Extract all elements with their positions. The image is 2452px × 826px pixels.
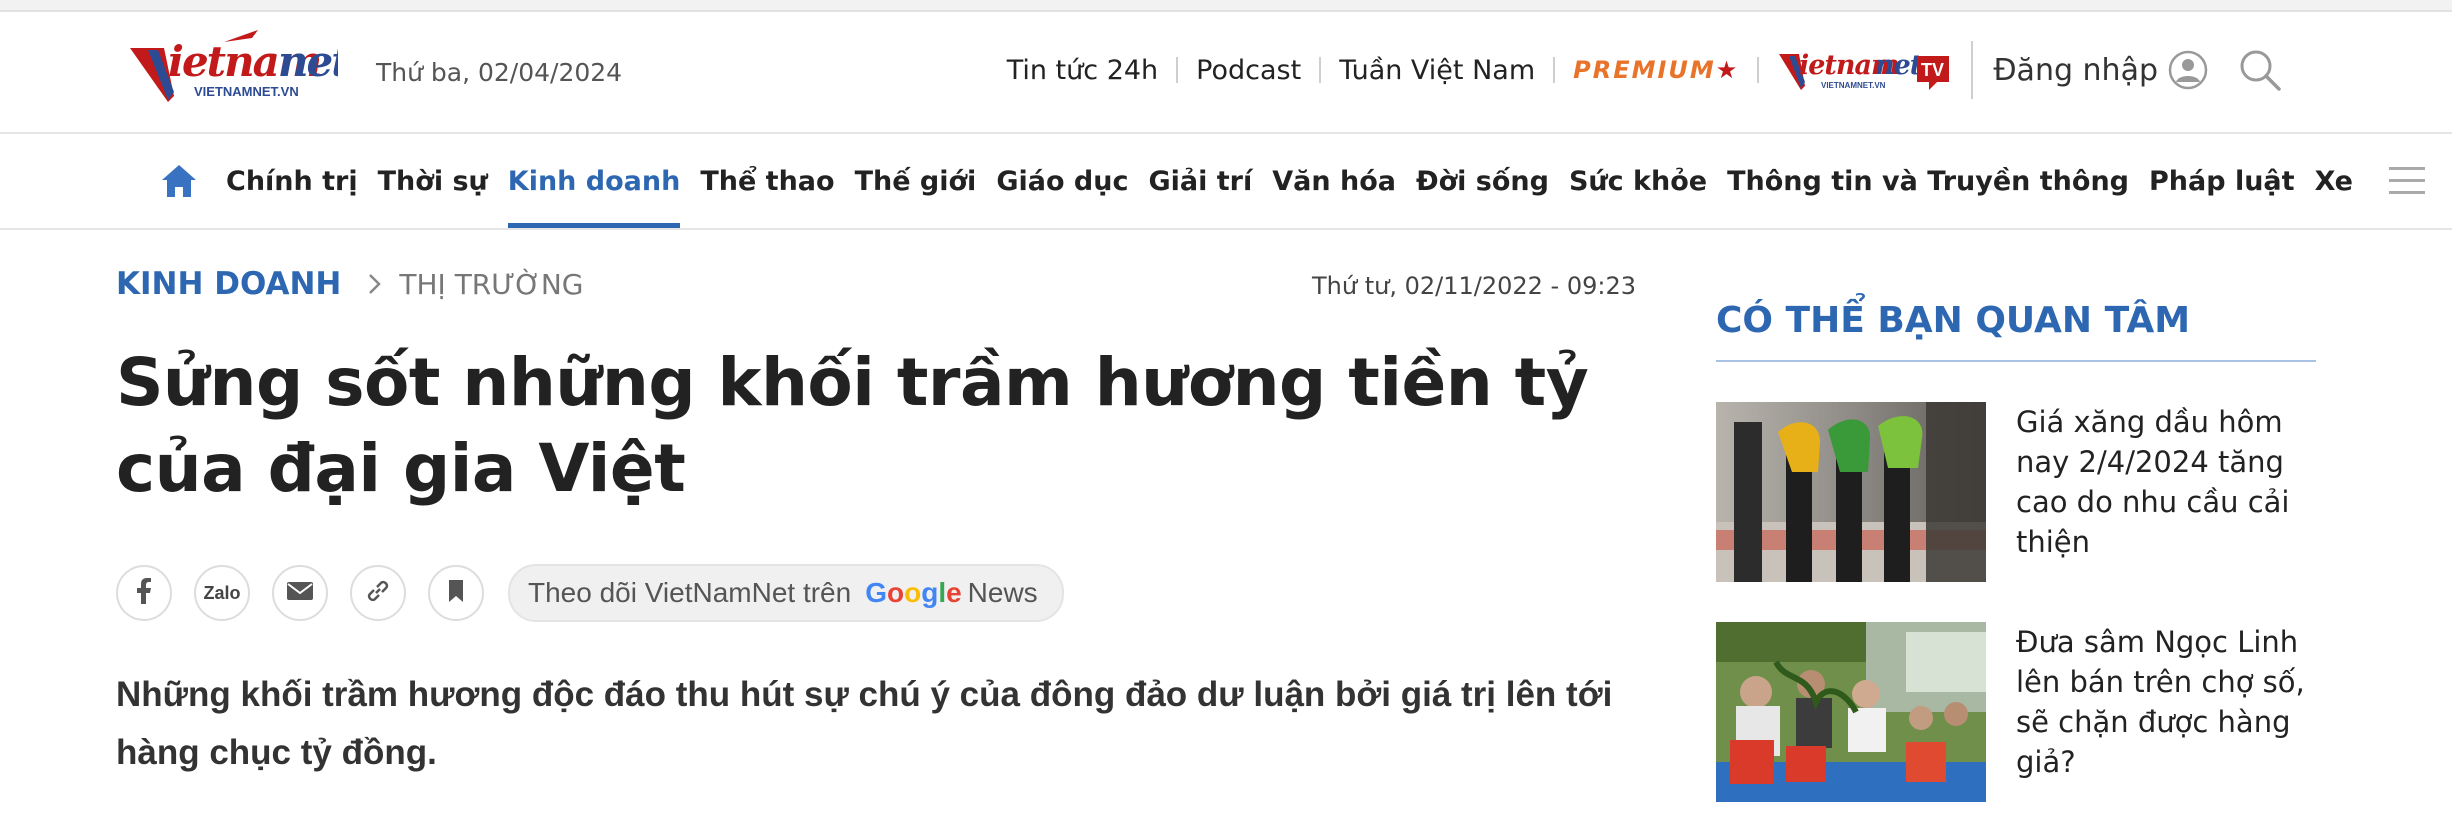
article-title: Sửng sốt những khối trầm hương tiền tỷ c… — [116, 344, 1589, 507]
sidebar-article-2[interactable]: Đưa sâm Ngọc Linh lên bán trên chợ số, s… — [1716, 622, 2316, 802]
zalo-label: Zalo — [203, 582, 241, 603]
site-header: ietnam net VIETNAMNET.VN Thứ ba, 02/04/2… — [0, 12, 2452, 134]
bookmark-icon — [446, 578, 466, 608]
search-icon[interactable] — [2238, 48, 2282, 92]
nav-item-the-gioi[interactable]: Thế giới — [845, 134, 987, 228]
sidebar-article-2-title[interactable]: Đưa sâm Ngọc Linh lên bán trên chợ số, s… — [2016, 622, 2316, 802]
login-link[interactable]: Đăng nhập — [1973, 53, 2168, 88]
svg-text:net: net — [278, 37, 338, 86]
link-tin-tuc-24h[interactable]: Tin tức 24h — [989, 55, 1176, 86]
link-icon — [364, 577, 392, 609]
vietnamnet-tv-logo[interactable]: ietnam net VIETNAMNET.VN TV — [1759, 42, 1971, 98]
svg-text:net: net — [1875, 50, 1923, 81]
breadcrumb: KINH DOANH THỊ TRƯỜNG — [116, 266, 583, 302]
copy-link-button[interactable] — [350, 565, 406, 621]
top-links: Tin tức 24h Podcast Tuần Việt Nam PREMIU… — [989, 40, 2282, 100]
nav-item-phap-luat[interactable]: Pháp luật — [2139, 134, 2305, 228]
hamburger-menu-icon[interactable] — [2387, 164, 2427, 198]
nav-item-giai-tri[interactable]: Giải trí — [1138, 134, 1262, 228]
zalo-share-button[interactable]: Zalo — [194, 565, 250, 621]
nav-item-xe[interactable]: Xe — [2305, 134, 2363, 228]
chevron-right-icon — [367, 272, 383, 296]
email-share-button[interactable] — [272, 565, 328, 621]
current-date: Thứ ba, 02/04/2024 — [376, 58, 623, 87]
market-crowd-thumbnail[interactable] — [1716, 622, 1986, 802]
svg-text:TV: TV — [1921, 60, 1944, 80]
breadcrumb-subcategory[interactable]: THỊ TRƯỜNG — [399, 268, 583, 301]
nav-item-suc-khoe[interactable]: Sức khỏe — [1559, 134, 1717, 228]
link-podcast[interactable]: Podcast — [1178, 55, 1319, 86]
nav-item-van-hoa[interactable]: Văn hóa — [1262, 134, 1406, 228]
bookmark-button[interactable] — [428, 565, 484, 621]
share-bar: Zalo Theo dõi VietNamNet trên Google New… — [116, 562, 1064, 624]
fuel-pumps-thumbnail[interactable] — [1716, 402, 1986, 582]
sidebar-article-1[interactable]: Giá xăng dầu hôm nay 2/4/2024 tăng cao d… — [1716, 402, 2316, 582]
nav-item-giao-duc[interactable]: Giáo dục — [986, 134, 1138, 228]
google-news-follow-button[interactable]: Theo dõi VietNamNet trên Google News — [508, 564, 1064, 622]
follow-text: Theo dõi VietNamNet trên — [528, 577, 852, 608]
sidebar-article-1-title[interactable]: Giá xăng dầu hôm nay 2/4/2024 tăng cao d… — [2016, 402, 2316, 582]
logo-subtext: VIETNAMNET.VN — [194, 84, 299, 99]
article-timestamp: Thứ tư, 02/11/2022 - 09:23 — [1312, 272, 1636, 300]
sidebar-title: CÓ THỂ BẠN QUAN TÂM — [1716, 300, 2316, 362]
nav-item-the-thao[interactable]: Thể thao — [690, 134, 844, 228]
vietnamnet-logo[interactable]: ietnam net VIETNAMNET.VN — [128, 26, 352, 116]
mail-icon — [286, 580, 314, 606]
google-logo: Google — [865, 577, 962, 608]
main-nav: Chính trị Thời sự Kinh doanh Thể thao Th… — [0, 134, 2452, 230]
nav-item-chinh-tri[interactable]: Chính trị — [216, 134, 368, 228]
nav-item-thoi-su[interactable]: Thời sự — [368, 134, 498, 228]
news-label: News — [967, 577, 1038, 608]
home-icon[interactable] — [160, 163, 198, 199]
facebook-icon — [132, 577, 156, 609]
top-strip — [0, 0, 2452, 12]
svg-text:VIETNAMNET.VN: VIETNAMNET.VN — [1821, 81, 1886, 90]
user-icon[interactable] — [2168, 50, 2208, 90]
premium-link[interactable]: PREMIUM★ — [1555, 56, 1757, 84]
premium-star-icon: ★ — [1715, 56, 1740, 84]
facebook-share-button[interactable] — [116, 565, 172, 621]
nav-item-kinh-doanh[interactable]: Kinh doanh — [498, 134, 691, 228]
nav-item-thong-tin-truyen-thong[interactable]: Thông tin và Truyền thông — [1717, 134, 2139, 228]
link-tuan-viet-nam[interactable]: Tuần Việt Nam — [1321, 55, 1553, 86]
article-sapo: Những khối trầm hương độc đáo thu hút sự… — [116, 675, 1613, 772]
premium-label: PREMIUM — [1573, 56, 1716, 84]
breadcrumb-category[interactable]: KINH DOANH — [116, 266, 341, 302]
nav-item-doi-song[interactable]: Đời sống — [1406, 134, 1559, 228]
